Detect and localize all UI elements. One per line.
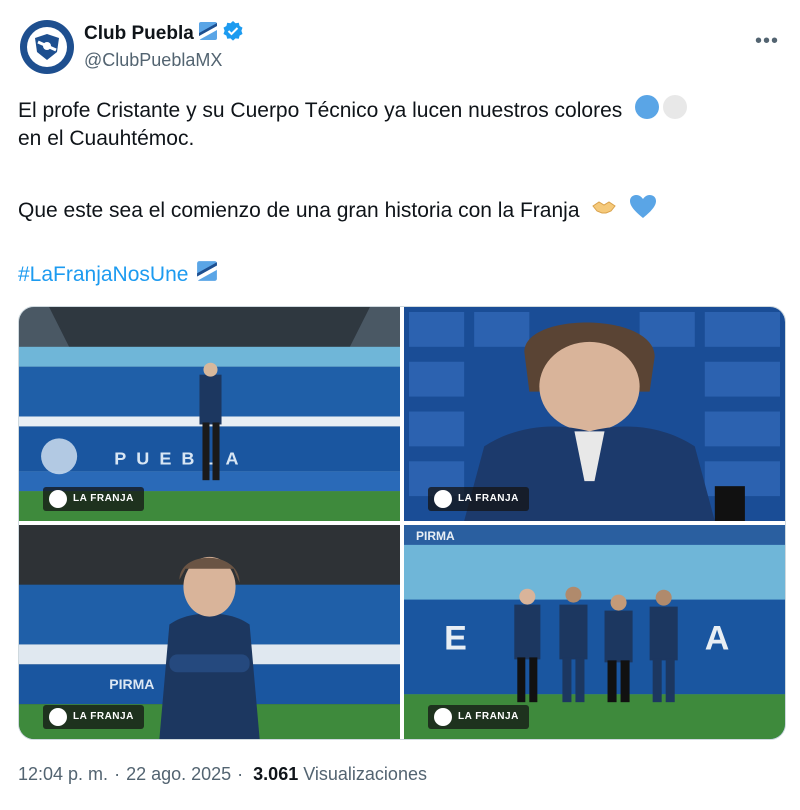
- watermark-label: LA FRANJA: [43, 705, 144, 729]
- hashtag-line: #LaFranjaNosUne: [18, 260, 782, 291]
- separator-dot: ·: [114, 764, 121, 784]
- tweet-text-line-2: en el Cuauhtémoc.: [18, 127, 195, 150]
- media-grid: PUEBLA LA FRANJA LA FRANJA PIRMA LA FRAN…: [18, 306, 786, 740]
- account-handle[interactable]: @ClubPueblaMX: [84, 50, 222, 71]
- stand-lettering: PIRMA: [416, 529, 455, 543]
- avatar[interactable]: [20, 20, 74, 74]
- account-name-line: Club Puebla: [84, 20, 244, 47]
- photo-coach-arms-crossed[interactable]: PIRMA LA FRANJA: [19, 525, 400, 739]
- views-label: Visualizaciones: [303, 764, 427, 784]
- more-options-icon[interactable]: •••: [752, 26, 782, 56]
- franja-flag-icon: [198, 21, 218, 46]
- account-name[interactable]: Club Puebla: [84, 23, 194, 45]
- club-crest-icon: [27, 27, 67, 67]
- tweet-date[interactable]: 22 ago. 2025: [126, 764, 231, 785]
- tweet-text: Que este sea el comienzo de una gran his…: [18, 199, 580, 223]
- svg-text:A: A: [705, 620, 730, 658]
- stand-lettering: PUEBLA: [114, 448, 248, 468]
- handshake-emoji-icon: [591, 194, 617, 229]
- tweet-time[interactable]: 12:04 p. m.: [18, 764, 108, 785]
- views-count: 3.061: [253, 764, 299, 784]
- separator-dot: ·: [237, 764, 244, 784]
- svg-text:E: E: [444, 620, 467, 658]
- tweet-footer: 12:04 p. m. · 22 ago. 2025 · 3.061 Visua…: [18, 764, 427, 785]
- photo-coach-stadium[interactable]: PUEBLA LA FRANJA: [19, 307, 400, 521]
- hashtag-link[interactable]: #LaFranjaNosUne: [18, 263, 188, 286]
- blue-heart-emoji-icon: [629, 194, 657, 229]
- tweet-text: El profe Cristante y su Cuerpo Técnico y…: [18, 99, 623, 123]
- tweet-header: Club Puebla @ClubPueblaMX •••: [18, 18, 782, 78]
- watermark-label: LA FRANJA: [428, 487, 529, 511]
- watermark-label: LA FRANJA: [428, 705, 529, 729]
- photo-coach-press[interactable]: LA FRANJA: [404, 307, 785, 521]
- photo-coaching-staff[interactable]: PIRMA E A LA FRANJA: [404, 525, 785, 739]
- franja-flag-icon: [196, 260, 218, 291]
- verified-badge-icon: [222, 20, 244, 47]
- watermark-label: LA FRANJA: [43, 487, 144, 511]
- stand-lettering: PIRMA: [109, 676, 154, 692]
- tweet-text-line-3: Que este sea el comienzo de una gran his…: [18, 194, 782, 229]
